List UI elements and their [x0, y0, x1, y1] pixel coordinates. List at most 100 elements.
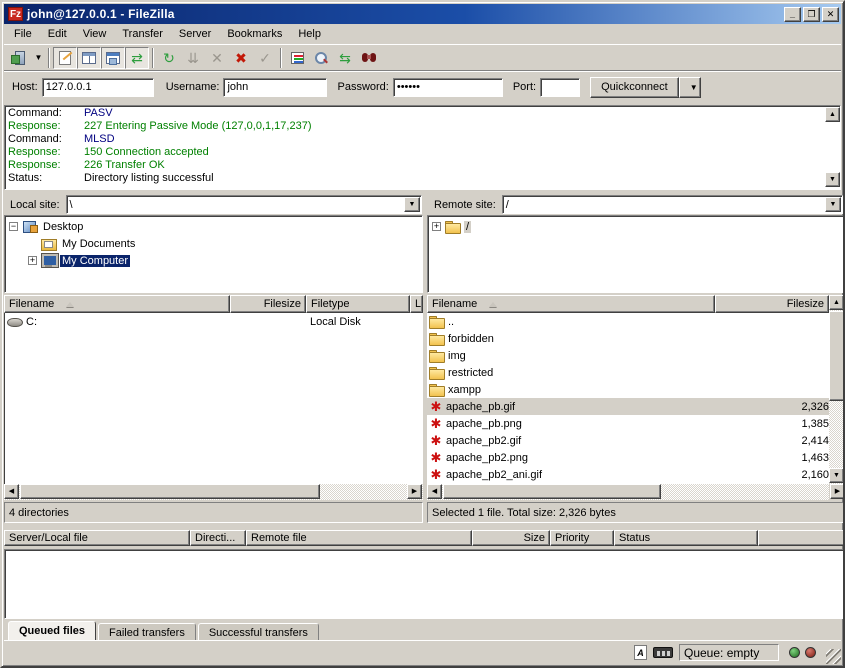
log-scroll-down[interactable]: ▼	[825, 172, 840, 187]
find-files-button[interactable]	[309, 47, 333, 69]
transfer-type-icon[interactable]: A	[634, 645, 647, 660]
disconnect-button[interactable]: ✖	[229, 47, 253, 69]
process-queue-icon: ⇊	[187, 51, 199, 65]
filter-button[interactable]	[285, 47, 309, 69]
queue-col-remote-file[interactable]: Remote file	[246, 530, 472, 546]
maximize-button[interactable]: ❐	[803, 7, 820, 22]
filter-icon	[291, 52, 304, 64]
remote-file-row[interactable]: ✱apache_pb2.png1,463	[427, 449, 829, 466]
local-col-filesize[interactable]: Filesize	[230, 295, 306, 313]
local-site-bar: Local site: \ ▼	[6, 194, 422, 215]
local-col-filetype[interactable]: Filetype	[306, 295, 410, 313]
remote-hscroll-thumb[interactable]	[443, 484, 661, 499]
remote-vscroll-up[interactable]: ▲	[829, 295, 844, 310]
queue-col-status[interactable]: Status	[614, 530, 758, 546]
remote-file-row[interactable]: ✱apache_pb2.gif2,414	[427, 432, 829, 449]
sort-asc-icon	[66, 302, 74, 307]
remote-status-text: Selected 1 file. Total size: 2,326 bytes	[427, 502, 845, 523]
quickconnect-button[interactable]: Quickconnect	[590, 77, 679, 98]
tab-failed-transfers[interactable]: Failed transfers	[98, 623, 196, 641]
synchronized-browsing-button[interactable]: ⇆	[333, 47, 357, 69]
host-input[interactable]	[42, 78, 154, 97]
menu-help[interactable]: Help	[290, 26, 329, 42]
tab-successful-transfers[interactable]: Successful transfers	[198, 623, 319, 641]
menu-transfer[interactable]: Transfer	[114, 26, 171, 42]
local-site-label: Local site:	[6, 199, 66, 211]
remote-file-row[interactable]: xampp	[427, 381, 829, 398]
remote-site-bar: Remote site: / ▼	[430, 194, 843, 215]
username-input[interactable]	[223, 78, 327, 97]
menu-file[interactable]: File	[6, 26, 40, 42]
message-log-toggle-button[interactable]	[53, 47, 77, 69]
remote-file-row[interactable]: ✱apache_pb.png1,385	[427, 415, 829, 432]
remote-site-combobox[interactable]: / ▼	[502, 195, 843, 214]
close-button[interactable]: ✕	[822, 7, 839, 22]
filezilla-logo-icon: Fz	[8, 7, 23, 21]
remote-file-row[interactable]: restricted	[427, 364, 829, 381]
password-input[interactable]	[393, 78, 503, 97]
local-col-filename[interactable]: Filename	[4, 295, 230, 313]
remote-file-row[interactable]: forbidden	[427, 330, 829, 347]
chevron-down-icon[interactable]: ▼	[825, 197, 841, 212]
transfer-queue-toggle-button[interactable]: ⇄	[125, 47, 149, 69]
folder-icon	[429, 383, 445, 396]
menu-server[interactable]: Server	[171, 26, 219, 42]
site-manager-dropdown[interactable]: ▼	[32, 47, 45, 69]
panel-splitter[interactable]	[423, 194, 427, 524]
menu-edit[interactable]: Edit	[40, 26, 75, 42]
directory-comparison-button[interactable]	[357, 47, 381, 69]
remote-hscroll-left[interactable]: ◀	[427, 484, 442, 499]
refresh-button[interactable]: ↻	[157, 47, 181, 69]
remote-file-row[interactable]: ..	[427, 313, 829, 330]
remote-file-row[interactable]: img	[427, 347, 829, 364]
speed-limit-icon[interactable]	[653, 647, 673, 658]
tree-item-my-documents[interactable]: My Documents	[9, 235, 422, 252]
remote-hscroll-right[interactable]: ▶	[830, 484, 845, 499]
reconnect-button[interactable]: ✓	[253, 47, 277, 69]
local-col-last-modified[interactable]: L	[410, 295, 423, 313]
local-file-list: C: Local Disk	[4, 313, 423, 484]
expand-icon[interactable]: +	[432, 222, 441, 231]
remote-file-row-selected[interactable]: ✱apache_pb.gif2,326	[427, 398, 829, 415]
remote-col-filename[interactable]: Filename	[427, 295, 715, 313]
queue-col-size[interactable]: Size	[472, 530, 550, 546]
local-tree-toggle-button[interactable]	[77, 47, 101, 69]
queue-col-server-local[interactable]: Server/Local file	[4, 530, 190, 546]
quickconnect-bar: Host: Username: Password: Port: Quickcon…	[4, 70, 841, 103]
tree-item-my-computer[interactable]: + My Computer	[9, 252, 422, 269]
log-scroll-up[interactable]: ▲	[825, 107, 840, 122]
process-queue-button[interactable]: ⇊	[181, 47, 205, 69]
menu-view[interactable]: View	[75, 26, 115, 42]
port-input[interactable]	[540, 78, 580, 97]
remote-vscroll-down[interactable]: ▼	[829, 468, 844, 483]
minimize-button[interactable]: _	[784, 7, 801, 22]
local-hscroll-right[interactable]: ▶	[407, 484, 422, 499]
log-line: Command:MLSD	[8, 133, 840, 146]
remote-col-filesize[interactable]: Filesize	[715, 295, 829, 313]
tree-item-root[interactable]: + /	[432, 218, 844, 235]
expand-icon[interactable]: +	[28, 256, 37, 265]
collapse-icon[interactable]: −	[9, 222, 18, 231]
tab-queued-files[interactable]: Queued files	[8, 621, 96, 641]
queue-col-direction[interactable]: Directi...	[190, 530, 246, 546]
remote-tree-toggle-button[interactable]	[101, 47, 125, 69]
title-bar[interactable]: Fz john@127.0.0.1 - FileZilla _ ❐ ✕	[4, 4, 841, 24]
local-hscroll-thumb[interactable]	[20, 484, 320, 499]
cancel-operation-button[interactable]: ✕	[205, 47, 229, 69]
folder-icon	[429, 349, 445, 362]
tree-item-desktop[interactable]: − Desktop	[9, 218, 422, 235]
quickconnect-dropdown[interactable]: ▼	[679, 77, 701, 98]
chevron-down-icon[interactable]: ▼	[404, 197, 420, 212]
menu-bookmarks[interactable]: Bookmarks	[219, 26, 290, 42]
remote-vscroll-thumb[interactable]	[829, 311, 845, 401]
remote-file-row[interactable]: ✱apache_pb2_ani.gif2,160	[427, 466, 829, 483]
resize-grip[interactable]	[826, 649, 841, 664]
site-manager-button[interactable]	[8, 47, 32, 69]
local-hscroll-left[interactable]: ◀	[4, 484, 19, 499]
local-site-combobox[interactable]: \ ▼	[66, 195, 422, 214]
message-log[interactable]: Command:PASV Response:227 Entering Passi…	[4, 105, 841, 190]
queue-tabs: Queued files Failed transfers Successful…	[8, 620, 321, 641]
local-file-row[interactable]: C: Local Disk	[5, 313, 423, 330]
image-file-icon: ✱	[429, 417, 443, 430]
queue-col-priority[interactable]: Priority	[550, 530, 614, 546]
